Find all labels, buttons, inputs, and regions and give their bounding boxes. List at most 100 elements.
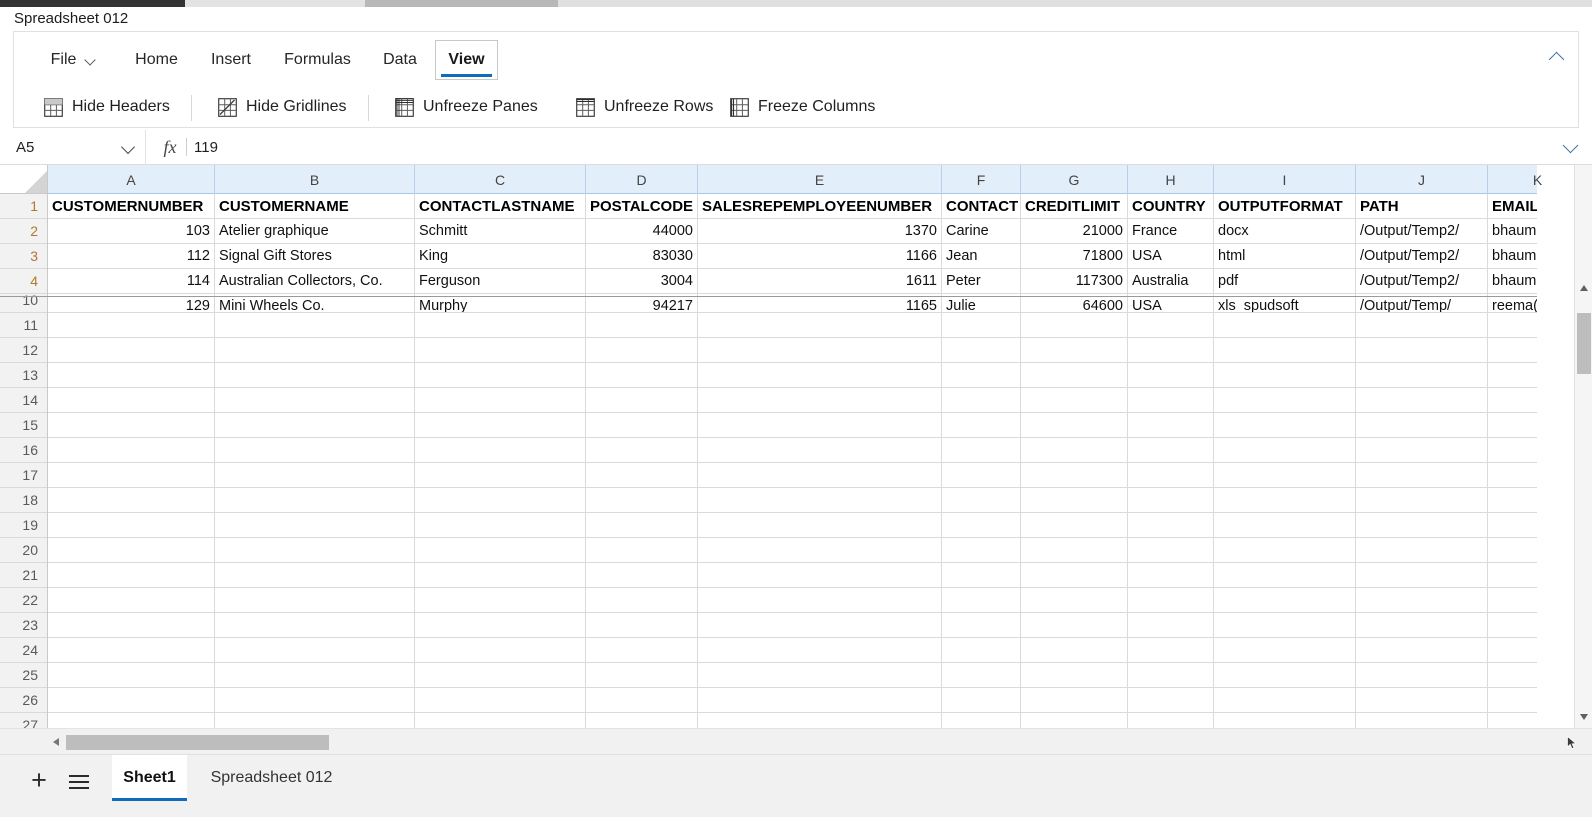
- cell-A13[interactable]: [48, 363, 215, 388]
- cell-K16[interactable]: [1488, 438, 1537, 463]
- cell-B21[interactable]: [215, 563, 415, 588]
- cell-A26[interactable]: [48, 688, 215, 713]
- vertical-scrollbar-thumb[interactable]: [1577, 313, 1591, 374]
- cell-J20[interactable]: [1356, 538, 1488, 563]
- cell-D14[interactable]: [586, 388, 698, 413]
- cell-F27[interactable]: [942, 713, 1021, 728]
- row-header-12[interactable]: 12: [0, 338, 47, 363]
- cell-F3[interactable]: Jean: [942, 244, 1021, 269]
- cell-C21[interactable]: [415, 563, 586, 588]
- cell-H14[interactable]: [1128, 388, 1214, 413]
- cell-C4[interactable]: Ferguson: [415, 269, 586, 294]
- hamburger-icon[interactable]: [66, 768, 92, 794]
- ribbon-tab-home[interactable]: Home: [121, 40, 192, 80]
- cell-F24[interactable]: [942, 638, 1021, 663]
- row-header-20[interactable]: 20: [0, 538, 47, 563]
- cell-A2[interactable]: 103: [48, 219, 215, 244]
- horizontal-scrollbar-thumb[interactable]: [66, 735, 329, 750]
- ribbon-button-hide-gridlines[interactable]: Hide Gridlines: [214, 90, 350, 124]
- column-header-E[interactable]: E: [698, 165, 942, 194]
- cell-D4[interactable]: 3004: [586, 269, 698, 294]
- cell-G21[interactable]: [1021, 563, 1128, 588]
- cell-G14[interactable]: [1021, 388, 1128, 413]
- cell-J22[interactable]: [1356, 588, 1488, 613]
- cell-K15[interactable]: [1488, 413, 1537, 438]
- cell-G27[interactable]: [1021, 713, 1128, 728]
- cell-F12[interactable]: [942, 338, 1021, 363]
- row-header-11[interactable]: 11: [0, 313, 47, 338]
- chevron-up-icon[interactable]: [1546, 46, 1568, 68]
- cell-K1[interactable]: EMAIL: [1488, 194, 1537, 219]
- formula-bar-expand-icon[interactable]: [1560, 137, 1582, 157]
- cell-J4[interactable]: /Output/Temp2/: [1356, 269, 1488, 294]
- cell-A12[interactable]: [48, 338, 215, 363]
- cell-J2[interactable]: /Output/Temp2/: [1356, 219, 1488, 244]
- cell-I27[interactable]: [1214, 713, 1356, 728]
- cell-I1[interactable]: OUTPUTFORMAT: [1214, 194, 1356, 219]
- cell-D1[interactable]: POSTALCODE: [586, 194, 698, 219]
- cell-B19[interactable]: [215, 513, 415, 538]
- cell-E14[interactable]: [698, 388, 942, 413]
- cell-C14[interactable]: [415, 388, 586, 413]
- cell-I14[interactable]: [1214, 388, 1356, 413]
- cell-B15[interactable]: [215, 413, 415, 438]
- cell-G23[interactable]: [1021, 613, 1128, 638]
- cell-J21[interactable]: [1356, 563, 1488, 588]
- cell-J12[interactable]: [1356, 338, 1488, 363]
- cell-H26[interactable]: [1128, 688, 1214, 713]
- cell-D13[interactable]: [586, 363, 698, 388]
- cell-J14[interactable]: [1356, 388, 1488, 413]
- cell-F1[interactable]: CONTACT: [942, 194, 1021, 219]
- cell-A15[interactable]: [48, 413, 215, 438]
- cell-B4[interactable]: Australian Collectors, Co.: [215, 269, 415, 294]
- ribbon-button-hide-headers[interactable]: Hide Headers: [40, 90, 174, 124]
- cell-G17[interactable]: [1021, 463, 1128, 488]
- row-header-27[interactable]: 27: [0, 713, 47, 728]
- cell-A3[interactable]: 112: [48, 244, 215, 269]
- cell-G1[interactable]: CREDITLIMIT: [1021, 194, 1128, 219]
- ribbon-button-unfreeze-panes[interactable]: Unfreeze Panes: [391, 90, 542, 124]
- cell-D12[interactable]: [586, 338, 698, 363]
- cell-H17[interactable]: [1128, 463, 1214, 488]
- cell-H22[interactable]: [1128, 588, 1214, 613]
- column-header-A[interactable]: A: [48, 165, 215, 194]
- sheet-tab-spreadsheet-012[interactable]: Spreadsheet 012: [190, 755, 353, 801]
- cell-K14[interactable]: [1488, 388, 1537, 413]
- plus-icon[interactable]: +: [26, 767, 52, 794]
- cell-D21[interactable]: [586, 563, 698, 588]
- cell-K11[interactable]: [1488, 313, 1537, 338]
- cell-F21[interactable]: [942, 563, 1021, 588]
- cell-A24[interactable]: [48, 638, 215, 663]
- cell-G3[interactable]: 71800: [1021, 244, 1128, 269]
- cell-A19[interactable]: [48, 513, 215, 538]
- cell-G11[interactable]: [1021, 313, 1128, 338]
- cell-B17[interactable]: [215, 463, 415, 488]
- column-header-K[interactable]: K: [1488, 165, 1588, 194]
- cell-J13[interactable]: [1356, 363, 1488, 388]
- cell-H2[interactable]: France: [1128, 219, 1214, 244]
- cell-K2[interactable]: bhaum: [1488, 219, 1537, 244]
- cell-K22[interactable]: [1488, 588, 1537, 613]
- cell-K27[interactable]: [1488, 713, 1537, 728]
- ribbon-tab-view[interactable]: View: [435, 40, 498, 80]
- cell-E3[interactable]: 1166: [698, 244, 942, 269]
- cell-A27[interactable]: [48, 713, 215, 728]
- row-header-2[interactable]: 2: [0, 219, 47, 244]
- chevron-down-icon[interactable]: [115, 130, 145, 164]
- cell-C15[interactable]: [415, 413, 586, 438]
- cell-I2[interactable]: docx: [1214, 219, 1356, 244]
- cell-D11[interactable]: [586, 313, 698, 338]
- cell-B11[interactable]: [215, 313, 415, 338]
- row-header-16[interactable]: 16: [0, 438, 47, 463]
- formula-input[interactable]: 119: [194, 130, 1552, 164]
- cell-K19[interactable]: [1488, 513, 1537, 538]
- cell-D15[interactable]: [586, 413, 698, 438]
- cell-J24[interactable]: [1356, 638, 1488, 663]
- cell-J11[interactable]: [1356, 313, 1488, 338]
- cell-A25[interactable]: [48, 663, 215, 688]
- cell-H21[interactable]: [1128, 563, 1214, 588]
- cell-F26[interactable]: [942, 688, 1021, 713]
- triangle-down-icon[interactable]: [1575, 708, 1592, 726]
- cell-H4[interactable]: Australia: [1128, 269, 1214, 294]
- column-header-C[interactable]: C: [415, 165, 586, 194]
